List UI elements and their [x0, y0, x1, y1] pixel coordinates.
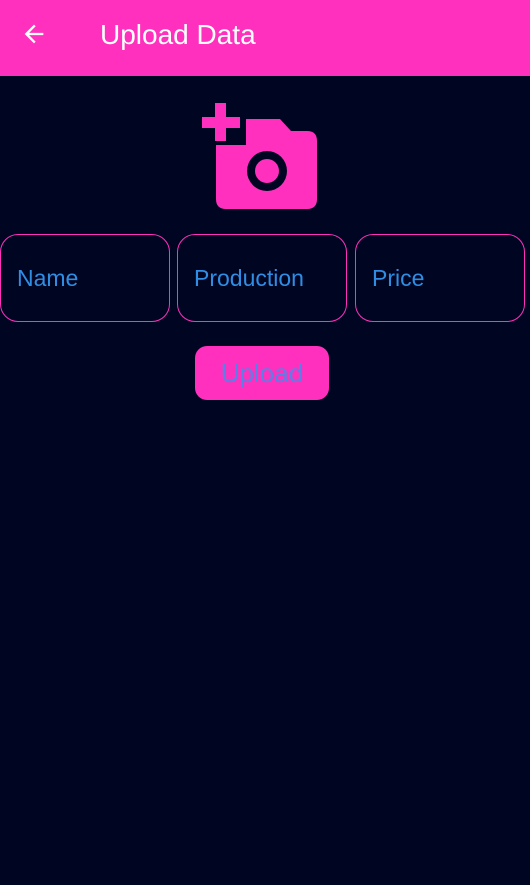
arrow-left-icon: [24, 24, 44, 44]
app-bar: Upload Data: [0, 0, 530, 76]
back-button[interactable]: [14, 14, 54, 54]
price-input[interactable]: [372, 235, 516, 321]
name-field[interactable]: [0, 234, 170, 322]
add-photo-button[interactable]: [200, 103, 320, 211]
name-input[interactable]: [17, 235, 161, 321]
add-photo-camera-icon: [202, 103, 317, 209]
production-input[interactable]: [194, 235, 338, 321]
price-field[interactable]: [355, 234, 525, 322]
input-fields-row: [0, 234, 530, 322]
upload-button[interactable]: Upload: [195, 346, 329, 400]
production-field[interactable]: [177, 234, 347, 322]
page-title: Upload Data: [100, 19, 256, 50]
